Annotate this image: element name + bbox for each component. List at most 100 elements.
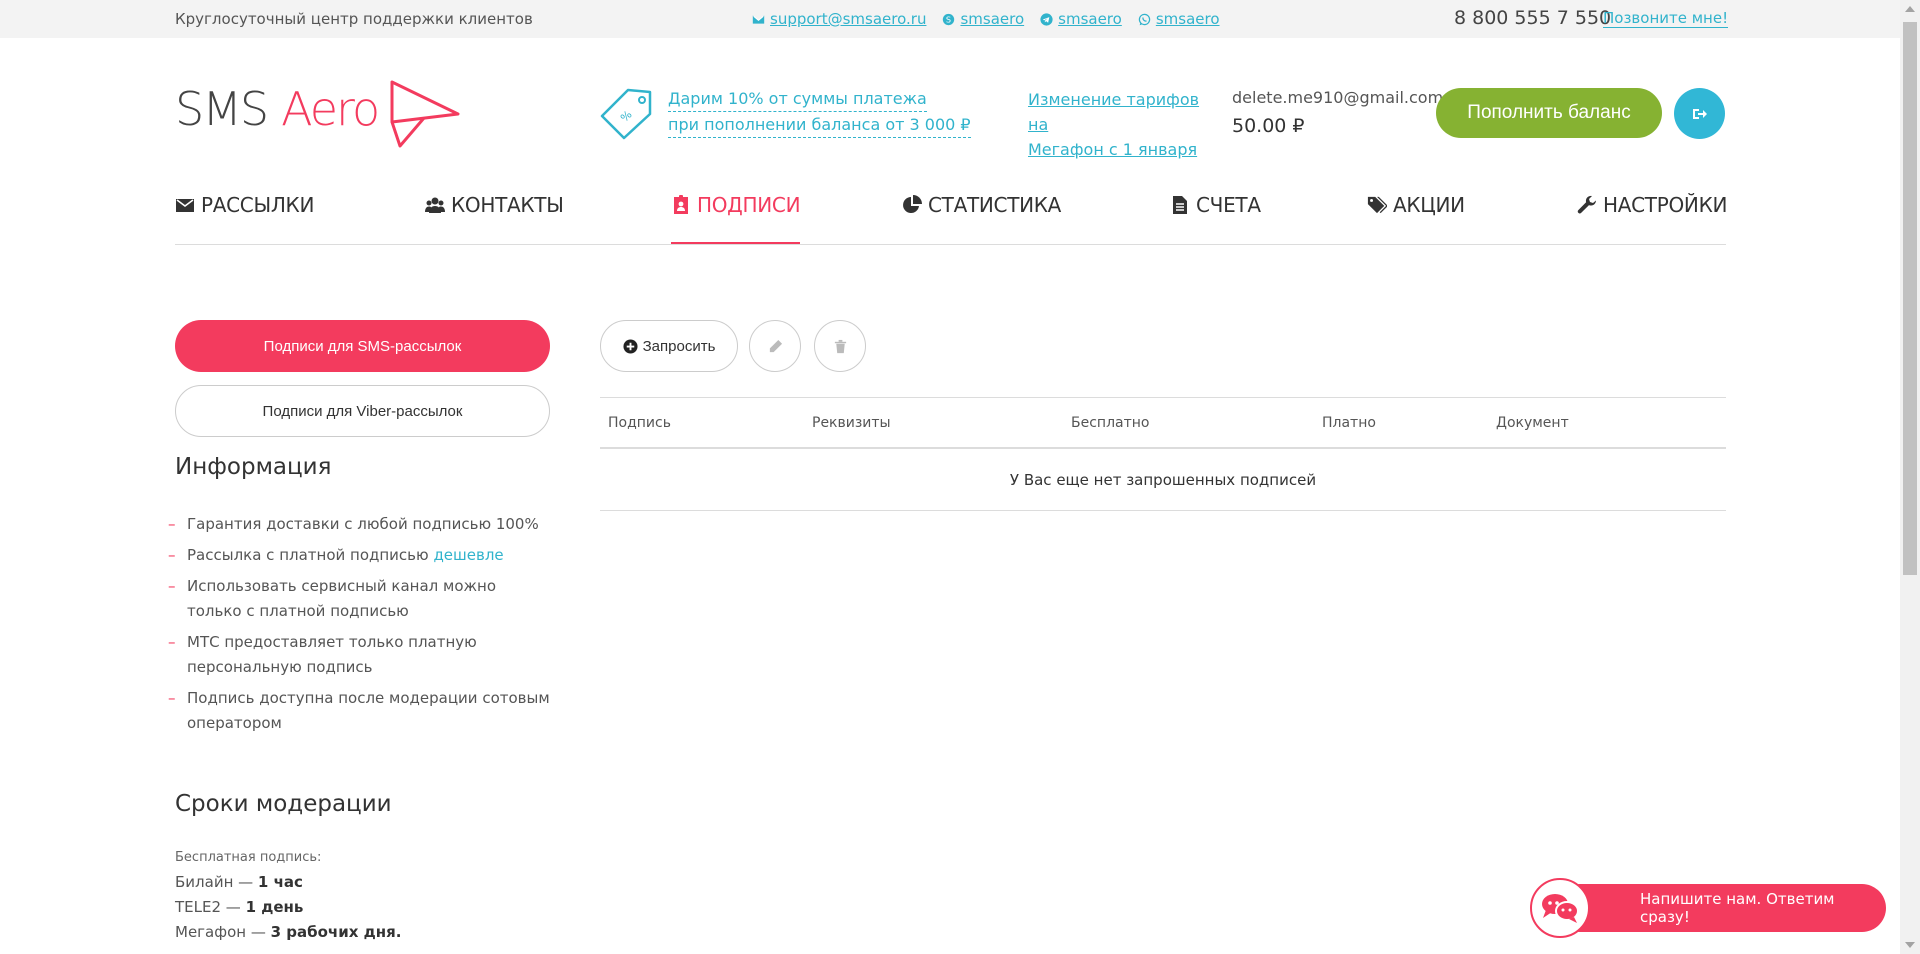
operator-row: Мегафон — 3 рабочих дня. <box>175 920 401 945</box>
topup-balance-button[interactable]: Пополнить баланс <box>1436 88 1662 138</box>
tariff-line-1: Изменение тарифов на <box>1028 90 1200 134</box>
email-link[interactable]: support@smsaero.ru <box>752 10 926 28</box>
contacts: support@smsaero.ru S smsaero smsaero sms… <box>752 10 1220 28</box>
sms-signatures-button[interactable]: Подписи для SMS-рассылок <box>175 320 550 372</box>
operator-row: TELE2 — 1 день <box>175 895 401 920</box>
operator-name: Мегафон — <box>175 923 271 941</box>
envelope-icon <box>752 14 765 24</box>
signatures-table: Подпись Реквизиты Бесплатно Платно Докум… <box>600 397 1726 511</box>
promo-line-1: Дарим 10% от суммы платежа <box>668 86 927 112</box>
chat-widget[interactable]: Напишите нам. Ответим сразу! <box>1530 878 1886 938</box>
account-email: delete.me910@gmail.com <box>1232 88 1444 107</box>
tags-icon <box>1367 196 1387 214</box>
operator-row: Билайн — 1 час <box>175 870 401 895</box>
free-signature-label: Бесплатная подпись: <box>175 850 322 865</box>
info-item: Подпись доступна после модерации сотовым… <box>168 686 553 736</box>
telegram-link[interactable]: smsaero <box>1040 10 1122 28</box>
account-info: delete.me910@gmail.com 50.00 ₽ <box>1232 88 1443 137</box>
info-title: Информация <box>175 454 332 480</box>
chat-bubble[interactable] <box>1530 878 1590 938</box>
operator-name: Билайн — <box>175 873 258 891</box>
moderation-info: Бесплатная подпись: Билайн — 1 час TELE2… <box>175 845 401 945</box>
logout-button[interactable] <box>1674 88 1725 139</box>
tariff-change-link[interactable]: Изменение тарифов на Мегафон с 1 января <box>1028 87 1218 162</box>
paper-plane-logo-icon <box>390 80 460 148</box>
top-bar: Круглосуточный центр поддержки клиентов … <box>0 0 1900 38</box>
nav-label: КОНТАКТЫ <box>451 193 564 217</box>
pie-chart-icon <box>903 195 922 213</box>
svg-text:%: % <box>618 108 635 125</box>
trash-icon <box>834 339 846 353</box>
svg-text:S: S <box>946 14 951 24</box>
whatsapp-link-text: smsaero <box>1155 10 1220 28</box>
column-header[interactable]: Платно <box>1322 415 1376 431</box>
nav-item-promotions[interactable]: АКЦИИ <box>1367 193 1465 244</box>
request-signature-button[interactable]: Запросить <box>600 320 738 372</box>
skype-link-text: smsaero <box>960 10 1025 28</box>
logo-aero: Aero <box>281 82 380 136</box>
chat-button[interactable]: Напишите нам. Ответим сразу! <box>1556 884 1886 932</box>
scroll-up-arrow[interactable] <box>1905 6 1915 12</box>
scrollbar-thumb[interactable] <box>1903 22 1917 575</box>
skype-icon: S <box>943 13 955 25</box>
nav-label: РАССЫЛКИ <box>201 193 315 217</box>
info-item-text: Подпись доступна после модерации сотовым… <box>187 689 550 732</box>
nav-item-contacts[interactable]: КОНТАКТЫ <box>425 193 564 244</box>
wrench-icon <box>1577 195 1596 214</box>
users-icon <box>425 197 445 213</box>
promo-banner[interactable]: % Дарим 10% от суммы платежа при пополне… <box>600 86 971 144</box>
info-item-text: МТС предоставляет только платную персона… <box>187 633 477 676</box>
nav-label: АКЦИИ <box>1393 193 1465 217</box>
edit-button[interactable] <box>749 320 801 372</box>
empty-table-message: У Вас еще нет запрошенных подписей <box>600 449 1726 511</box>
logo[interactable]: SMS Aero <box>175 80 460 148</box>
column-header[interactable]: Подпись <box>608 415 671 431</box>
info-item: Гарантия доставки с любой подписью 100% <box>168 512 553 537</box>
whatsapp-link[interactable]: smsaero <box>1138 10 1220 28</box>
nav-item-settings[interactable]: НАСТРОЙКИ <box>1577 193 1727 244</box>
chat-icon <box>1542 894 1579 923</box>
plus-circle-icon <box>623 338 638 354</box>
info-item: МТС предоставляет только платную персона… <box>168 630 553 680</box>
operator-time: 1 день <box>245 898 304 916</box>
cheaper-link[interactable]: дешевле <box>433 546 503 564</box>
skype-link[interactable]: S smsaero <box>942 10 1024 28</box>
info-item: Использовать сервисный канал можно тольк… <box>168 574 553 624</box>
envelope-icon <box>176 199 194 212</box>
promo-line-2: при пополнении баланса от 3 000 ₽ <box>668 112 971 138</box>
nav-label: СТАТИСТИКА <box>928 193 1062 217</box>
nav-item-invoices[interactable]: СЧЕТА <box>1170 193 1261 244</box>
nav-item-statistics[interactable]: СТАТИСТИКА <box>902 193 1061 244</box>
column-header[interactable]: Бесплатно <box>1071 415 1149 431</box>
scrollbar[interactable] <box>1900 0 1920 954</box>
document-icon <box>1173 196 1187 214</box>
whatsapp-icon <box>1138 13 1151 25</box>
promo-text[interactable]: Дарим 10% от суммы платежа при пополнени… <box>668 86 971 144</box>
viber-signatures-button[interactable]: Подписи для Viber-рассылок <box>175 385 550 437</box>
request-label: Запросить <box>642 337 716 355</box>
column-header[interactable]: Реквизиты <box>812 415 891 431</box>
call-me-link[interactable]: Позвоните мне! <box>1603 9 1729 28</box>
sign-out-icon <box>1692 108 1707 119</box>
info-item-text: Рассылка с платной подписью <box>187 546 429 564</box>
phone-number: 8 800 555 7 550 <box>1454 7 1612 29</box>
delete-button[interactable] <box>814 320 866 372</box>
moderation-title: Сроки модерации <box>175 791 392 817</box>
nav-item-signatures[interactable]: ПОДПИСИ <box>671 193 801 244</box>
main-nav: РАССЫЛКИ КОНТАКТЫ ПОДПИСИ СТАТИСТИКА СЧЕ… <box>175 193 1727 245</box>
info-list: Гарантия доставки с любой подписью 100% … <box>168 512 553 742</box>
operator-time: 3 рабочих дня. <box>270 923 402 941</box>
badge-icon <box>674 195 688 214</box>
table-header: Подпись Реквизиты Бесплатно Платно Докум… <box>600 397 1726 449</box>
email-link-text: support@smsaero.ru <box>770 10 927 28</box>
operator-time: 1 час <box>257 873 303 891</box>
scroll-down-arrow[interactable] <box>1905 942 1915 948</box>
tariff-line-2: Мегафон с 1 января <box>1028 140 1198 159</box>
telegram-link-text: smsaero <box>1058 10 1122 28</box>
column-header[interactable]: Документ <box>1496 415 1569 431</box>
nav-label: НАСТРОЙКИ <box>1603 193 1728 217</box>
nav-item-mailings[interactable]: РАССЫЛКИ <box>175 193 314 244</box>
account-balance: 50.00 ₽ <box>1232 115 1305 137</box>
chat-label: Напишите нам. Ответим сразу! <box>1640 890 1835 926</box>
telegram-icon <box>1040 12 1053 26</box>
